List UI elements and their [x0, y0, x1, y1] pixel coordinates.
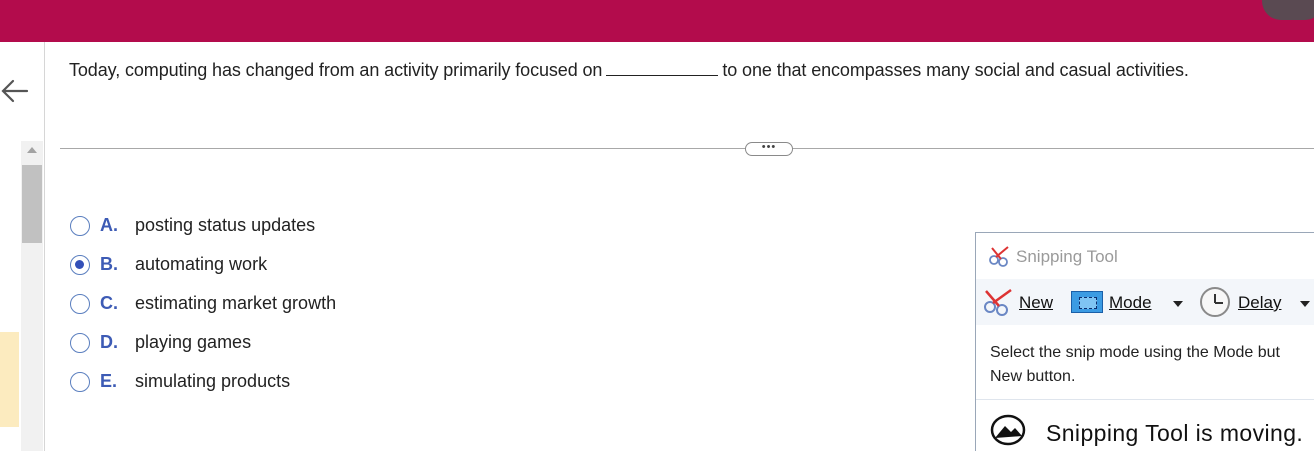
scrollbar[interactable] — [21, 141, 43, 451]
radio-a[interactable] — [70, 215, 90, 236]
delay-button[interactable]: Delay — [1238, 293, 1281, 313]
radio-c[interactable] — [70, 293, 90, 314]
option-letter: A. — [100, 215, 118, 235]
snipping-tool-toolbar: New Mode Delay — [976, 279, 1314, 325]
radio-b[interactable] — [70, 254, 90, 275]
snip-sketch-icon — [990, 414, 1026, 446]
option-e[interactable]: E. simulating products — [70, 362, 336, 401]
expand-more-button[interactable]: ••• — [745, 142, 793, 156]
option-d[interactable]: D. playing games — [70, 323, 336, 362]
option-text[interactable]: estimating market growth — [135, 293, 336, 314]
new-snip-scissors-icon[interactable] — [981, 287, 1015, 317]
option-letter: B. — [100, 254, 118, 274]
question-text-after: to one that encompasses many social and … — [722, 60, 1189, 80]
mode-rectangle-icon[interactable] — [1071, 291, 1103, 313]
scroll-up-arrow-icon[interactable] — [27, 147, 37, 153]
option-text[interactable]: posting status updates — [135, 215, 315, 236]
question-text-before: Today, computing has changed from an act… — [69, 60, 603, 80]
snipping-tool-status-text: Snipping Tool is moving. — [1046, 420, 1304, 446]
option-letter: C. — [100, 293, 118, 313]
answer-blank — [606, 60, 719, 76]
snipping-tool-window[interactable]: Snipping Tool New Mode Delay Select the … — [975, 232, 1314, 452]
clock-icon[interactable] — [1200, 287, 1230, 317]
option-letter: D. — [100, 332, 118, 352]
option-text[interactable]: playing games — [135, 332, 251, 353]
side-highlight — [0, 332, 19, 427]
snipping-tool-title: Snipping Tool — [1016, 247, 1118, 266]
mode-button[interactable]: Mode — [1109, 293, 1152, 313]
section-divider — [60, 148, 1314, 149]
message-line-1: Select the snip mode using the Mode but — [990, 344, 1280, 361]
snipping-tool-message: Select the snip mode using the Mode but … — [990, 341, 1280, 389]
snipping-tool-status-bar: Snipping Tool is moving. — [976, 399, 1314, 452]
scroll-thumb[interactable] — [22, 165, 42, 243]
answer-options: A. posting status updates B. automating … — [70, 206, 336, 401]
top-banner — [0, 0, 1314, 42]
scissors-icon — [988, 245, 1012, 267]
option-c[interactable]: C. estimating market growth — [70, 284, 336, 323]
snipping-tool-titlebar[interactable]: Snipping Tool — [976, 233, 1314, 279]
new-button[interactable]: New — [1019, 293, 1053, 313]
question-text: Today, computing has changed from an act… — [69, 60, 1189, 81]
delay-dropdown-icon[interactable] — [1300, 301, 1310, 307]
option-text[interactable]: automating work — [135, 254, 267, 275]
account-button[interactable] — [1262, 0, 1314, 20]
option-a[interactable]: A. posting status updates — [70, 206, 336, 245]
mode-dropdown-icon[interactable] — [1173, 301, 1183, 307]
radio-d[interactable] — [70, 332, 90, 353]
option-letter: E. — [100, 371, 118, 391]
message-line-2: New button. — [990, 368, 1076, 385]
option-b[interactable]: B. automating work — [70, 245, 336, 284]
option-text[interactable]: simulating products — [135, 371, 290, 392]
panel-divider — [44, 42, 45, 451]
radio-e[interactable] — [70, 371, 90, 392]
back-arrow-icon[interactable] — [0, 76, 30, 106]
